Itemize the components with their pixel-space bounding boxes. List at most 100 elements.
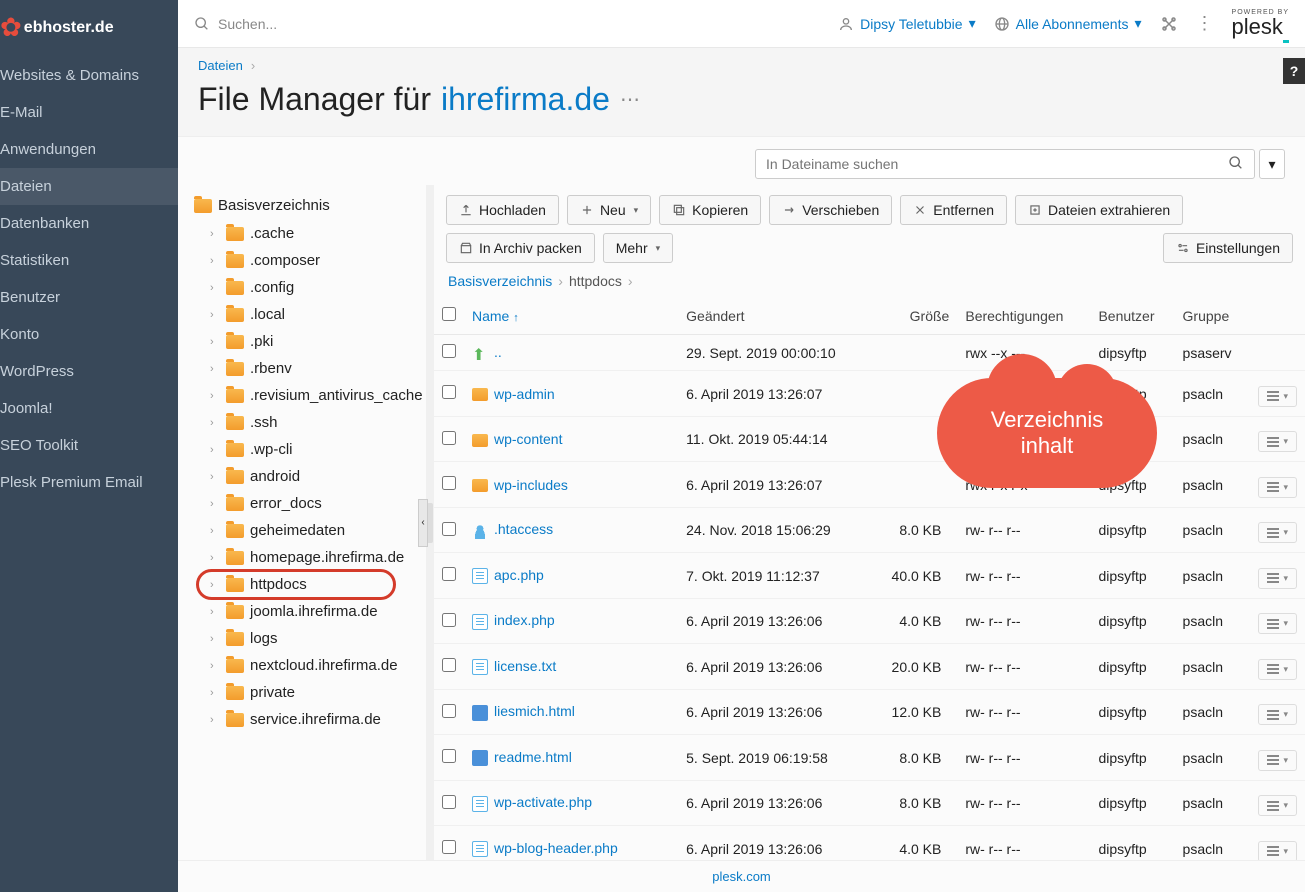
tree-root[interactable]: Basisverzeichnis [194, 197, 426, 214]
nav-item[interactable]: E-Mail [0, 94, 178, 131]
file-link[interactable]: wp-activate.php [494, 794, 592, 810]
tree-item[interactable]: ›logs [194, 625, 426, 652]
archive-button[interactable]: In Archiv packen [446, 233, 595, 263]
new-button[interactable]: Neu▾ [567, 195, 651, 225]
copy-button[interactable]: Kopieren [659, 195, 761, 225]
file-link[interactable]: .. [494, 344, 502, 360]
row-menu[interactable]: ▾ [1258, 841, 1297, 860]
row-checkbox[interactable] [442, 658, 456, 672]
row-checkbox[interactable] [442, 795, 456, 809]
help-button[interactable]: ? [1283, 58, 1305, 84]
column-modified[interactable]: Geändert [678, 297, 871, 335]
subscriptions-menu[interactable]: Alle Abonnements ▾ [994, 15, 1142, 32]
tree-item[interactable]: ›.revisium_antivirus_cache [194, 382, 426, 409]
row-checkbox[interactable] [442, 476, 456, 490]
nav-item[interactable]: WordPress [0, 353, 178, 390]
file-search-input[interactable] [756, 150, 1218, 178]
more-button[interactable]: Mehr▾ [603, 233, 673, 263]
nav-item[interactable]: Joomla! [0, 390, 178, 427]
file-search-options[interactable]: ▾ [1259, 149, 1285, 179]
nav-item[interactable]: Plesk Premium Email [0, 464, 178, 501]
more-menu[interactable]: ⋮ [1196, 13, 1214, 34]
row-checkbox[interactable] [442, 704, 456, 718]
file-link[interactable]: wp-blog-header.php [494, 840, 618, 856]
row-checkbox[interactable] [442, 567, 456, 581]
file-link[interactable]: readme.html [494, 749, 572, 765]
tree-item[interactable]: ›.wp-cli [194, 436, 426, 463]
row-checkbox[interactable] [442, 840, 456, 854]
user-menu[interactable]: Dipsy Teletubbie ▾ [838, 15, 976, 32]
row-menu[interactable]: ▾ [1258, 477, 1297, 498]
row-checkbox[interactable] [442, 431, 456, 445]
column-perms[interactable]: Berechtigungen [957, 297, 1090, 335]
column-name[interactable]: Name ↑ [464, 297, 678, 335]
delete-button[interactable]: Entfernen [900, 195, 1007, 225]
row-menu[interactable]: ▾ [1258, 750, 1297, 771]
file-link[interactable]: index.php [494, 612, 555, 628]
row-menu[interactable]: ▾ [1258, 431, 1297, 452]
nav-item[interactable]: Benutzer [0, 279, 178, 316]
footer-link[interactable]: plesk.com [712, 869, 771, 884]
nav-item[interactable]: SEO Toolkit [0, 427, 178, 464]
row-checkbox[interactable] [442, 385, 456, 399]
file-link[interactable]: liesmich.html [494, 703, 575, 719]
row-checkbox[interactable] [442, 522, 456, 536]
breadcrumb-link[interactable]: Dateien [198, 58, 243, 73]
tree-item[interactable]: ›android [194, 463, 426, 490]
row-menu[interactable]: ▾ [1258, 522, 1297, 543]
tree-item[interactable]: ›private [194, 679, 426, 706]
extract-button[interactable]: Dateien extrahieren [1015, 195, 1183, 225]
nav-item[interactable]: Anwendungen [0, 131, 178, 168]
file-link[interactable]: apc.php [494, 567, 544, 583]
row-menu[interactable]: ▾ [1258, 568, 1297, 589]
nav-item[interactable]: Konto [0, 316, 178, 353]
splitter[interactable]: ‹ [426, 185, 434, 860]
extensions-icon[interactable] [1160, 15, 1178, 33]
row-checkbox[interactable] [442, 613, 456, 627]
row-menu[interactable]: ▾ [1258, 795, 1297, 816]
tree-item[interactable]: ›error_docs [194, 490, 426, 517]
tree-item[interactable]: ›joomla.ihrefirma.de [194, 598, 426, 625]
tree-item[interactable]: ›nextcloud.ihrefirma.de [194, 652, 426, 679]
page-title-domain[interactable]: ihrefirma.de [441, 81, 610, 118]
tree-item[interactable]: ›.pki [194, 328, 426, 355]
nav-item[interactable]: Websites & Domains [0, 57, 178, 94]
select-all-checkbox[interactable] [442, 307, 456, 321]
nav-item[interactable]: Datenbanken [0, 205, 178, 242]
tree-item[interactable]: ›service.ihrefirma.de [194, 706, 426, 733]
move-button[interactable]: Verschieben [769, 195, 892, 225]
nav-item[interactable]: Statistiken [0, 242, 178, 279]
row-checkbox[interactable] [442, 344, 456, 358]
settings-button[interactable]: Einstellungen [1163, 233, 1293, 263]
tree-item[interactable]: ›.config [194, 274, 426, 301]
tree-item[interactable]: ›.cache [194, 220, 426, 247]
file-link[interactable]: .htaccess [494, 521, 553, 537]
row-menu[interactable]: ▾ [1258, 704, 1297, 725]
tree-item[interactable]: ›.composer [194, 247, 426, 274]
column-user[interactable]: Benutzer [1090, 297, 1174, 335]
column-size[interactable]: Größe [871, 297, 957, 335]
tree-item[interactable]: ›geheimedaten [194, 517, 426, 544]
tree-item[interactable]: ›.local [194, 301, 426, 328]
file-link[interactable]: wp-includes [494, 477, 568, 493]
global-search[interactable]: Suchen... [194, 16, 822, 32]
row-menu[interactable]: ▾ [1258, 613, 1297, 634]
tree-item[interactable]: ›httpdocs [194, 571, 426, 598]
title-more-menu[interactable]: ⋯ [620, 87, 640, 112]
file-search-button[interactable] [1218, 150, 1254, 178]
row-menu[interactable]: ▾ [1258, 659, 1297, 680]
file-link[interactable]: license.txt [494, 658, 556, 674]
tree-item[interactable]: ›.ssh [194, 409, 426, 436]
file-link[interactable]: wp-content [494, 431, 562, 447]
tree-item[interactable]: ›.rbenv [194, 355, 426, 382]
nav-item[interactable]: Dateien [0, 168, 178, 205]
row-menu[interactable]: ▾ [1258, 386, 1297, 407]
tree-item[interactable]: ›homepage.ihrefirma.de [194, 544, 426, 571]
file-link[interactable]: wp-admin [494, 386, 555, 402]
collapse-tree-button[interactable]: ‹ [418, 499, 428, 547]
breadcrumb-root[interactable]: Basisverzeichnis [448, 273, 552, 289]
column-group[interactable]: Gruppe [1175, 297, 1251, 335]
row-checkbox[interactable] [442, 749, 456, 763]
chevron-down-icon: ▾ [1283, 664, 1288, 675]
upload-button[interactable]: Hochladen [446, 195, 559, 225]
